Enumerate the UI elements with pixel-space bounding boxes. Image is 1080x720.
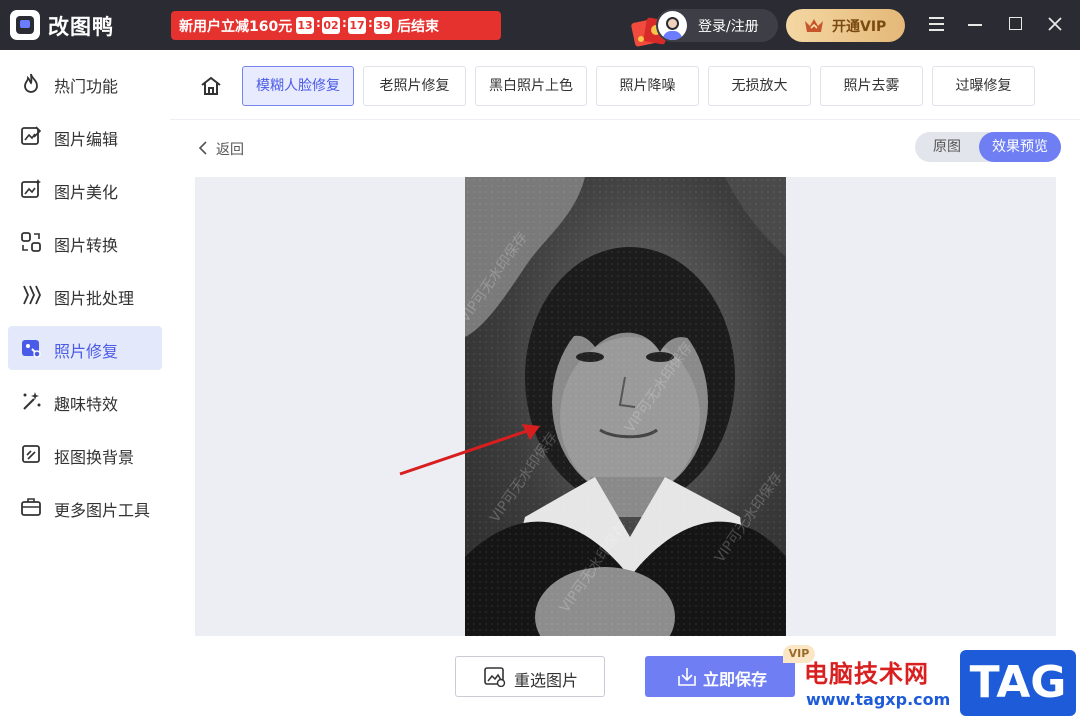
sidebar-item-batch[interactable]: 图片批处理: [8, 273, 162, 317]
sidebar-item-label: 图片转换: [54, 236, 119, 255]
close-icon[interactable]: [1046, 15, 1064, 33]
app-logo-icon: [10, 10, 40, 40]
red-arrow-annotation: [399, 424, 540, 476]
countdown-minutes: 02: [322, 17, 340, 34]
sidebar-item-label: 图片编辑: [54, 130, 119, 149]
sidebar-item-effects[interactable]: 趣味特效: [8, 379, 162, 423]
toggle-effect-preview[interactable]: 效果预览: [979, 132, 1061, 162]
sidebar-item-edit[interactable]: 图片编辑: [8, 114, 162, 158]
sidebar-item-cutout[interactable]: 抠图换背景: [8, 432, 162, 476]
photo-repair-icon: [22, 340, 41, 358]
back-label: 返回: [216, 142, 244, 158]
save-label: 立即保存: [703, 670, 768, 689]
sidebar: 热门功能 图片编辑 图片美化 图片转换 图片批处理 照片修复 趣味特效 抠图换背…: [0, 50, 170, 720]
app-name: 改图鸭: [48, 15, 114, 39]
sidebar-item-label: 抠图换背景: [54, 448, 135, 467]
batch-icon: [23, 285, 41, 305]
avatar: [658, 11, 687, 40]
magic-wand-icon: [23, 392, 41, 410]
tab-blur-face-repair[interactable]: 模糊人脸修复: [242, 66, 354, 106]
sidebar-item-label: 照片修复: [54, 342, 119, 361]
countdown-seconds: 17: [348, 17, 366, 34]
save-now-button[interactable]: 立即保存: [645, 656, 795, 697]
download-icon: [678, 668, 696, 686]
tab-colorize[interactable]: 黑白照片上色: [475, 66, 587, 106]
sidebar-item-label: 趣味特效: [54, 395, 119, 414]
tag-logo: TAG: [960, 650, 1076, 716]
tool-tabs: 模糊人脸修复 老照片修复 黑白照片上色 照片降噪 无损放大 照片去雾 过曝修复: [170, 50, 1080, 120]
vip-label: 开通VIP: [832, 19, 887, 35]
image-icon: [484, 667, 506, 687]
flame-icon: [24, 73, 38, 93]
cutout-icon: [22, 445, 40, 463]
tab-upscale[interactable]: 无损放大: [708, 66, 811, 106]
home-icon[interactable]: [200, 75, 222, 97]
toggle-original[interactable]: 原图: [915, 132, 979, 162]
maximize-icon[interactable]: [1009, 17, 1022, 30]
preview-photo: VIP可无水印保存 VIP可无水印保存 VIP可无水印保存 VIP可无水印保存 …: [465, 177, 786, 636]
menu-icon[interactable]: [929, 17, 944, 32]
login-label: 登录/注册: [698, 19, 759, 35]
countdown-centis: 39: [374, 17, 392, 34]
site-watermark: 电脑技术网 www.tagxp.com TAG: [800, 650, 1080, 720]
crown-icon: [805, 19, 823, 32]
sidebar-item-more-tools[interactable]: 更多图片工具: [8, 485, 162, 529]
countdown-hours: 13: [296, 17, 314, 34]
title-bar: 改图鸭 新用户立减160元 13 : 02 : 17 : 39 后结束 登录/注…: [0, 0, 1080, 50]
preview-canvas: VIP可无水印保存 VIP可无水印保存 VIP可无水印保存 VIP可无水印保存 …: [195, 177, 1056, 636]
login-button[interactable]: 登录/注册: [656, 9, 778, 42]
sidebar-item-label: 图片美化: [54, 183, 119, 202]
image-edit-icon: [21, 126, 42, 145]
site-watermark-cn: 电脑技术网: [804, 660, 929, 688]
view-toggle: 原图 效果预览: [915, 132, 1061, 162]
tab-overexposure-fix[interactable]: 过曝修复: [932, 66, 1035, 106]
reselect-label: 重选图片: [514, 671, 579, 690]
reselect-image-button[interactable]: 重选图片: [455, 656, 605, 697]
promo-banner[interactable]: 新用户立减160元 13 : 02 : 17 : 39 后结束: [171, 11, 669, 47]
convert-icon: [21, 232, 41, 252]
sidebar-item-photo-repair[interactable]: 照片修复: [8, 326, 162, 370]
chevron-left-icon: [198, 141, 207, 155]
sidebar-item-label: 更多图片工具: [54, 501, 151, 520]
sidebar-item-beautify[interactable]: 图片美化: [8, 167, 162, 211]
image-beautify-icon: [21, 179, 41, 198]
sidebar-item-hot[interactable]: 热门功能: [8, 61, 162, 105]
main-panel: 模糊人脸修复 老照片修复 黑白照片上色 照片降噪 无损放大 照片去雾 过曝修复 …: [170, 50, 1080, 720]
tab-dehaze[interactable]: 照片去雾: [820, 66, 923, 106]
tab-denoise[interactable]: 照片降噪: [596, 66, 699, 106]
toolbox-icon: [21, 498, 41, 516]
site-watermark-url: www.tagxp.com: [806, 690, 951, 709]
sidebar-item-label: 图片批处理: [54, 289, 135, 308]
promo-suffix: 后结束: [397, 19, 439, 35]
open-vip-button[interactable]: 开通VIP: [786, 9, 905, 42]
minimize-icon[interactable]: [968, 24, 982, 26]
sidebar-item-convert[interactable]: 图片转换: [8, 220, 162, 264]
sidebar-item-label: 热门功能: [54, 77, 119, 96]
promo-text: 新用户立减160元: [179, 19, 293, 35]
tab-old-photo-repair[interactable]: 老照片修复: [363, 66, 466, 106]
